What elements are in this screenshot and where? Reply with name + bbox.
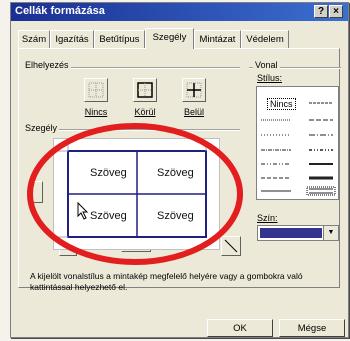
chevron-down-icon[interactable]: ▼ (323, 226, 338, 240)
preset-inside-icon (186, 82, 202, 98)
tab-betutipus[interactable]: Betűtípus (94, 30, 145, 48)
line-style-list[interactable]: Nincs (256, 86, 339, 200)
preset-inside-button[interactable] (182, 78, 206, 102)
preview-cell-4: Szöveg (157, 210, 194, 222)
preset-outline-icon (137, 82, 153, 98)
style-label: Stílus: (255, 73, 285, 83)
ok-button[interactable]: OK (207, 319, 273, 337)
tab-mintazat[interactable]: Mintázat (194, 30, 241, 48)
title-bar: Cellák formázása ? × (11, 3, 348, 21)
diag-down-icon (224, 239, 238, 253)
preview-cell-2: Szöveg (157, 167, 194, 179)
placement-label: Elhelyezés (23, 60, 71, 70)
preset-inside-label: Belül (183, 107, 204, 117)
color-select[interactable]: ▼ (257, 225, 339, 241)
color-swatch (260, 228, 322, 238)
tab-vedelem[interactable]: Védelem (241, 30, 289, 48)
tab-szam[interactable]: Szám (18, 30, 50, 48)
preview-grid (58, 141, 207, 238)
preset-outline-label: Körül (134, 107, 156, 117)
close-button[interactable]: × (329, 5, 343, 18)
preset-none-icon (88, 82, 104, 98)
cancel-button[interactable]: Mégse (279, 319, 345, 337)
help-text: A kijelölt vonalstílus a mintakép megfel… (30, 271, 303, 292)
line-label: Vonal (253, 60, 280, 70)
border-diag-down-button[interactable] (221, 236, 241, 256)
border-preview[interactable]: Szöveg Szöveg Szöveg Szöveg (53, 138, 220, 250)
help-button[interactable]: ? (314, 5, 328, 18)
preset-none-label: Nincs (84, 107, 108, 117)
preview-cell-3: Szöveg (90, 210, 127, 222)
preview-cell-1: Szöveg (90, 167, 127, 179)
mouse-cursor-icon (77, 202, 89, 220)
preset-outline-button[interactable] (133, 78, 157, 102)
border-left-button[interactable] (31, 181, 43, 203)
preset-none-button[interactable] (84, 78, 108, 102)
tab-szegely[interactable]: Szegély (145, 28, 194, 49)
style-samples (261, 102, 336, 196)
border-label: Szegély (23, 123, 60, 133)
color-label: Szín: (255, 213, 280, 223)
format-cells-dialog: Cellák formázása ? × Szám Igazítás Betűt… (10, 2, 349, 338)
dialog-title: Cellák formázása (15, 5, 105, 17)
tab-igazitas[interactable]: Igazítás (50, 30, 94, 48)
